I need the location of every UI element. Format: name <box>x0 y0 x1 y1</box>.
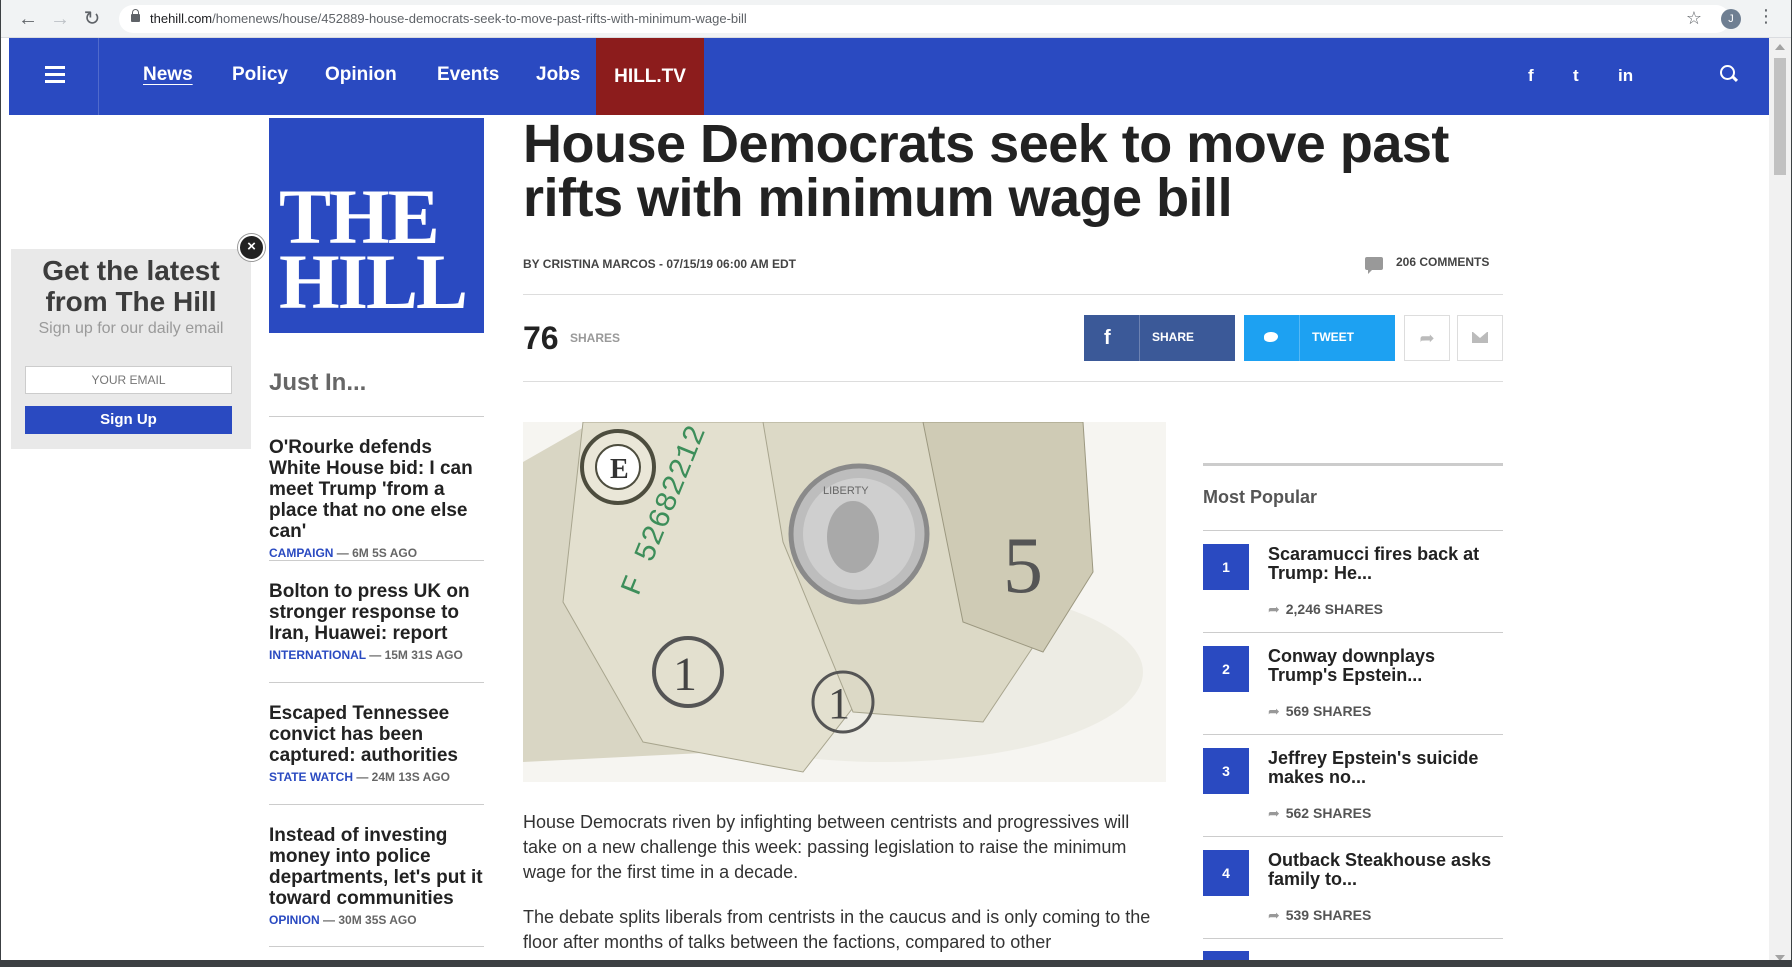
divider <box>523 294 1503 295</box>
popup-heading: Get the latest from The Hill <box>42 255 220 317</box>
back-arrow-icon[interactable]: ← <box>17 8 39 30</box>
lock-icon <box>131 9 140 24</box>
rank-badge: 3 <box>1203 748 1249 794</box>
list-item-headline[interactable]: O'Rourke defends White House bid: I can … <box>269 437 484 542</box>
hamburger-menu-icon[interactable] <box>9 38 99 115</box>
bookmark-star-icon[interactable]: ☆ <box>1686 8 1702 29</box>
page-title: House Democrats seek to move past rifts … <box>523 114 1449 228</box>
twitter-icon <box>1262 330 1280 344</box>
nav-news[interactable]: News <box>143 64 193 86</box>
list-item-meta: OPINION — 30M 35S AGO <box>269 913 417 927</box>
most-popular-title: Most Popular <box>1203 487 1318 507</box>
list-item-meta: CAMPAIGN — 6M 5S AGO <box>269 546 418 560</box>
list-item[interactable]: Escaped Tennessee convict has been captu… <box>269 682 484 784</box>
list-item[interactable]: 3 Jeffrey Epstein's suicide makes no... … <box>1203 734 1503 836</box>
list-item[interactable]: Bolton to press UK on stronger response … <box>269 560 484 662</box>
browser-toolbar: ← → ↻ thehill.com/homenews/house/452889-… <box>1 0 1791 38</box>
email-share-button[interactable] <box>1457 315 1503 361</box>
svg-text:1: 1 <box>828 679 850 728</box>
money-illustration: E F 52682212 1 1 5 LIBERTY <box>523 422 1166 782</box>
close-icon[interactable]: × <box>238 234 265 261</box>
divider <box>523 381 1503 382</box>
popup-subheading: Sign up for our daily email <box>38 320 224 337</box>
rank-badge: 2 <box>1203 646 1249 692</box>
reload-icon[interactable]: ↻ <box>81 8 103 30</box>
signup-button[interactable]: Sign Up <box>25 406 232 434</box>
twitter-icon[interactable]: t <box>1573 66 1579 86</box>
share-count: ➦ 569 SHARES <box>1268 703 1372 719</box>
divider <box>1203 463 1503 466</box>
list-item[interactable]: 4 Outback Steakhouse asks family to... ➦… <box>1203 836 1503 938</box>
nav-opinion[interactable]: Opinion <box>325 64 397 86</box>
nav-policy[interactable]: Policy <box>232 64 288 86</box>
page: ← → ↻ thehill.com/homenews/house/452889-… <box>0 0 1792 967</box>
list-item-meta: INTERNATIONAL — 15M 31S AGO <box>269 648 463 662</box>
facebook-share-button[interactable]: f SHARE <box>1084 315 1235 361</box>
list-item-meta: STATE WATCH — 24M 13S AGO <box>269 770 450 784</box>
byline: BY CRISTINA MARCOS - 07/15/19 06:00 AM E… <box>523 257 796 271</box>
list-item[interactable]: O'Rourke defends White House bid: I can … <box>269 416 484 560</box>
rank-badge: 4 <box>1203 850 1249 896</box>
list-item-headline[interactable]: Jeffrey Epstein's suicide makes no... <box>1268 749 1503 787</box>
window-border <box>1 960 1791 967</box>
article-image: E F 52682212 1 1 5 LIBERTY <box>523 422 1166 782</box>
divider <box>269 946 484 947</box>
share-arrow-icon: ➦ <box>1268 601 1280 617</box>
nav-jobs[interactable]: Jobs <box>536 64 580 86</box>
list-item-headline[interactable]: Conway downplays Trump's Epstein... <box>1268 647 1503 685</box>
article-paragraph: House Democrats riven by infighting betw… <box>523 812 1130 882</box>
comment-icon[interactable] <box>1365 257 1383 274</box>
divider <box>1203 938 1503 939</box>
svg-text:E: E <box>610 454 629 485</box>
just-in-title: Just In... <box>269 369 367 396</box>
scrollbar-thumb[interactable] <box>1774 58 1786 175</box>
list-item-headline[interactable]: Bolton to press UK on stronger response … <box>269 581 484 644</box>
nav-hilltv[interactable]: HILL.TV <box>596 38 704 115</box>
share-arrow-icon[interactable]: ➦ <box>1404 315 1450 361</box>
list-item[interactable]: 2 Conway downplays Trump's Epstein... ➦ 5… <box>1203 632 1503 734</box>
share-arrow-icon: ➦ <box>1268 907 1280 923</box>
comments-link[interactable]: 206 COMMENTS <box>1396 255 1489 269</box>
address-bar[interactable]: thehill.com/homenews/house/452889-house-… <box>119 5 1730 33</box>
share-arrow-icon: ➦ <box>1268 805 1280 821</box>
scroll-up-icon[interactable] <box>1775 44 1785 50</box>
the-hill-logo[interactable]: THE HILL <box>269 118 484 333</box>
share-arrow-icon: ➦ <box>1268 703 1280 719</box>
site-header: News Policy Opinion Events Jobs HILL.TV … <box>9 38 1769 115</box>
linkedin-icon[interactable]: in <box>1618 66 1633 86</box>
rank-badge <box>1203 951 1249 960</box>
nav-events[interactable]: Events <box>437 64 499 86</box>
facebook-icon: f <box>1104 327 1111 349</box>
share-count: 76 <box>523 320 559 356</box>
scrollbar[interactable] <box>1769 38 1791 967</box>
list-item-headline[interactable]: Scaramucci fires back at Trump: He... <box>1268 545 1503 583</box>
svg-text:1: 1 <box>673 648 697 701</box>
facebook-icon[interactable]: f <box>1528 66 1534 86</box>
share-count: ➦ 539 SHARES <box>1268 907 1372 923</box>
profile-avatar[interactable]: J <box>1721 9 1741 29</box>
url-text: thehill.com/homenews/house/452889-house-… <box>150 11 747 26</box>
article-paragraph: The debate splits liberals from centrist… <box>523 907 1151 952</box>
list-item-headline[interactable]: Escaped Tennessee convict has been captu… <box>269 703 484 766</box>
twitter-share-button[interactable]: TWEET <box>1244 315 1395 361</box>
list-item-headline[interactable]: Outback Steakhouse asks family to... <box>1268 851 1503 889</box>
list-item[interactable]: 1 Scaramucci fires back at Trump: He... … <box>1203 530 1503 632</box>
rank-badge: 1 <box>1203 544 1249 590</box>
share-count: ➦ 2,246 SHARES <box>1268 601 1384 617</box>
svg-text:LIBERTY: LIBERTY <box>823 485 869 497</box>
list-item[interactable]: Instead of investing money into police d… <box>269 804 484 927</box>
share-count: ➦ 562 SHARES <box>1268 805 1372 821</box>
share-count-label: SHARES <box>570 331 621 345</box>
search-icon[interactable] <box>1720 65 1738 83</box>
email-field[interactable] <box>25 366 232 394</box>
list-item-headline[interactable]: Instead of investing money into police d… <box>269 825 484 909</box>
svg-text:5: 5 <box>1003 522 1043 610</box>
browser-menu-icon[interactable]: ⋮ <box>1757 6 1775 27</box>
mail-icon <box>1472 332 1488 343</box>
newsletter-popup: Get the latest from The Hill Sign up for… <box>11 249 251 449</box>
forward-arrow-icon[interactable]: → <box>49 8 71 30</box>
